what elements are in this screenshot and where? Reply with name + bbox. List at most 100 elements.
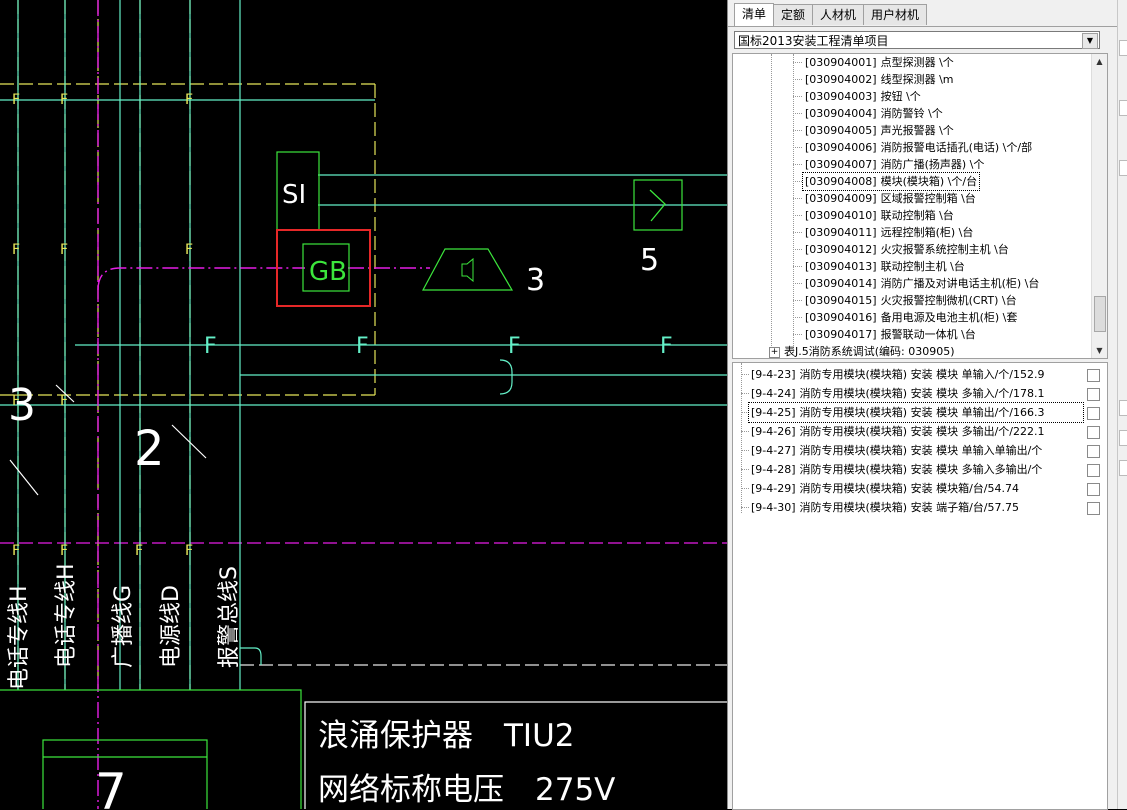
quota-item[interactable]: [9-4-23] 消防专用模块(模块箱) 安装 模块 单输入/个/152.9 <box>749 365 1083 384</box>
quota-item[interactable]: [9-4-24] 消防专用模块(模块箱) 安装 模块 多输入/个/178.1 <box>749 384 1083 403</box>
tree-item-name: 模块(模块箱) \个/台 <box>880 175 978 188</box>
quota-item-text: 消防专用模块(模块箱) 安装 模块 多输出/个/222.1 <box>799 425 1045 438</box>
speaker-symbol[interactable] <box>421 248 514 291</box>
tab-labor-materials[interactable]: 人材机 <box>812 4 865 25</box>
tree-item[interactable]: [030904017] 报警联动一体机 \台 <box>803 326 978 343</box>
quota-item-checkbox[interactable] <box>1087 483 1100 496</box>
tree-item-name: 联动控制箱 \台 <box>880 209 954 222</box>
tree-item[interactable]: [030904003] 按钮 \个 <box>803 88 923 105</box>
tree-item[interactable]: [030904015] 火灾报警控制微机(CRT) \台 <box>803 292 1019 309</box>
quota-item[interactable]: [9-4-25] 消防专用模块(模块箱) 安装 模块 单输出/个/166.3 <box>748 402 1084 423</box>
quota-item-text: 消防专用模块(模块箱) 安装 端子箱/台/57.75 <box>799 501 1019 514</box>
tree-item[interactable]: [030904002] 线型探测器 \m <box>803 71 956 88</box>
quota-item[interactable]: [9-4-26] 消防专用模块(模块箱) 安装 模块 多输出/个/222.1 <box>749 422 1083 441</box>
tree-item-name: 消防报警电话插孔(电话) \个/部 <box>880 141 1033 154</box>
tree-item[interactable]: [030904010] 联动控制箱 \台 <box>803 207 956 224</box>
tree-item-name: 联动控制主机 \台 <box>880 260 965 273</box>
cable-labels: 电话专线H 电话专线H 广播线G 电源线D 报警总线S <box>7 563 242 690</box>
quota-item-code: [9-4-28] <box>751 463 796 476</box>
quota-item-checkbox[interactable] <box>1087 426 1100 439</box>
quota-item-checkbox[interactable] <box>1087 407 1100 420</box>
scroll-thumb[interactable] <box>1094 296 1106 332</box>
cable-label: 电话专线H <box>54 563 79 668</box>
svg-text:F: F <box>135 543 143 559</box>
tree-item-name: 报警联动一体机 \台 <box>880 328 976 341</box>
module-number: 5 <box>640 243 659 278</box>
tree-scrollbar[interactable]: ▲ ▼ <box>1091 54 1107 358</box>
quota-item-checkbox[interactable] <box>1087 464 1100 477</box>
quota-item-checkbox[interactable] <box>1087 388 1100 401</box>
tree-item-name: 线型探测器 \m <box>880 73 954 86</box>
tree-item-code: [030904009] <box>805 192 877 205</box>
f-marks: FF FF FF FF FF FF <box>12 92 193 559</box>
scroll-up-icon[interactable]: ▲ <box>1092 54 1107 69</box>
svg-text:F: F <box>185 92 193 108</box>
tree-item-name: 区域报警控制箱 \台 <box>880 192 976 205</box>
quota-item-text: 消防专用模块(模块箱) 安装 模块 单输入单输出/个 <box>799 444 1043 457</box>
chevron-down-icon[interactable]: ▼ <box>1082 33 1098 49</box>
quota-item[interactable]: [9-4-30] 消防专用模块(模块箱) 安装 端子箱/台/57.75 <box>749 498 1083 517</box>
tree-item[interactable]: [030904008] 模块(模块箱) \个/台 <box>801 172 981 191</box>
library-select[interactable]: 国标2013安装工程清单项目 ▼ <box>734 31 1100 49</box>
tab-bill-items[interactable]: 清单 <box>734 3 775 26</box>
svg-text:F: F <box>185 242 193 258</box>
tab-user-materials[interactable]: 用户材机 <box>863 4 928 25</box>
left-number: 2 <box>134 421 165 477</box>
tree-group-j5[interactable]: + 表J.5消防系统调试(编码: 030905) <box>767 343 957 358</box>
quota-item-checkbox[interactable] <box>1087 445 1100 458</box>
tree-item-code: [030904016] <box>805 311 877 324</box>
tree-item[interactable]: [030904014] 消防广播及对讲电话主机(柜) \台 <box>803 275 1041 292</box>
quota-item[interactable]: [9-4-28] 消防专用模块(模块箱) 安装 模块 多输入多输出/个 <box>749 460 1083 479</box>
f-labels-horizontal: F F F F <box>204 334 673 359</box>
svg-text:F: F <box>12 242 20 258</box>
tree-item[interactable]: [030904005] 声光报警器 \个 <box>803 122 956 139</box>
tree-item[interactable]: [030904016] 备用电源及电池主机(柜) \套 <box>803 309 1019 326</box>
quota-item-code: [9-4-24] <box>751 387 796 400</box>
f-label: F <box>356 334 369 359</box>
tree-item[interactable]: [030904001] 点型探测器 \个 <box>803 54 956 71</box>
tree-item[interactable]: [030904007] 消防广播(扬声器) \个 <box>803 156 986 173</box>
tree-item-name: 消防广播(扬声器) \个 <box>880 158 985 171</box>
quota-item[interactable]: [9-4-29] 消防专用模块(模块箱) 安装 模块箱/台/54.74 <box>749 479 1083 498</box>
tree-item-name: 备用电源及电池主机(柜) \套 <box>880 311 1018 324</box>
expand-icon[interactable]: + <box>769 346 780 358</box>
cable-label: 广播线G <box>111 585 136 668</box>
tree-item-code: [030904003] <box>805 90 877 103</box>
quota-item[interactable]: [9-4-27] 消防专用模块(模块箱) 安装 模块 单输入单输出/个 <box>749 441 1083 460</box>
quota-item-checkbox[interactable] <box>1087 502 1100 515</box>
f-label: F <box>508 334 521 359</box>
si-label: SI <box>282 180 306 210</box>
quota-item-text: 消防专用模块(模块箱) 安装 模块 多输入/个/178.1 <box>799 387 1045 400</box>
speaker-number: 3 <box>526 263 545 298</box>
quota-item-checkbox[interactable] <box>1087 369 1100 382</box>
quota-item-text: 消防专用模块(模块箱) 安装 模块箱/台/54.74 <box>799 482 1019 495</box>
svg-text:F: F <box>60 92 68 108</box>
cad-drawing-canvas[interactable]: FF FF FF FF FF FF F F F F SI GB 3 5 2 3 … <box>0 0 727 809</box>
cable-label: 电源线D <box>159 585 184 668</box>
tree-item[interactable]: [030904013] 联动控制主机 \台 <box>803 258 967 275</box>
svg-text:F: F <box>12 543 20 559</box>
quota-item-code: [9-4-26] <box>751 425 796 438</box>
quota-item-code: [9-4-27] <box>751 444 796 457</box>
svg-text:F: F <box>60 242 68 258</box>
tree-item[interactable]: [030904004] 消防警铃 \个 <box>803 105 945 122</box>
surge-line-2: 网络标称电压 275V <box>318 772 615 808</box>
tree-item-code: [030904006] <box>805 141 877 154</box>
left-big-number: 3 <box>8 380 36 431</box>
tree-item[interactable]: [030904009] 区域报警控制箱 \台 <box>803 190 978 207</box>
tree-item-code: [030904013] <box>805 260 877 273</box>
scroll-down-icon[interactable]: ▼ <box>1092 343 1107 358</box>
quota-item-code: [9-4-25] <box>751 406 796 419</box>
cable-label: 报警总线S <box>217 566 242 668</box>
tab-quota[interactable]: 定额 <box>773 4 814 25</box>
tree-item-code: [030904017] <box>805 328 877 341</box>
bottom-number: 7 <box>95 763 127 809</box>
hatch-marks <box>9 384 207 496</box>
tree-item-name: 火灾报警控制微机(CRT) \台 <box>880 294 1017 307</box>
tree-item[interactable]: [030904011] 远程控制箱(柜) \台 <box>803 224 975 241</box>
tree-item[interactable]: [030904012] 火灾报警系统控制主机 \台 <box>803 241 1011 258</box>
surge-line-1: 浪涌保护器 TIU2 <box>318 718 575 754</box>
tree-item[interactable]: [030904006] 消防报警电话插孔(电话) \个/部 <box>803 139 1034 156</box>
quota-item-code: [9-4-30] <box>751 501 796 514</box>
cable-label: 电话专线H <box>7 585 32 690</box>
